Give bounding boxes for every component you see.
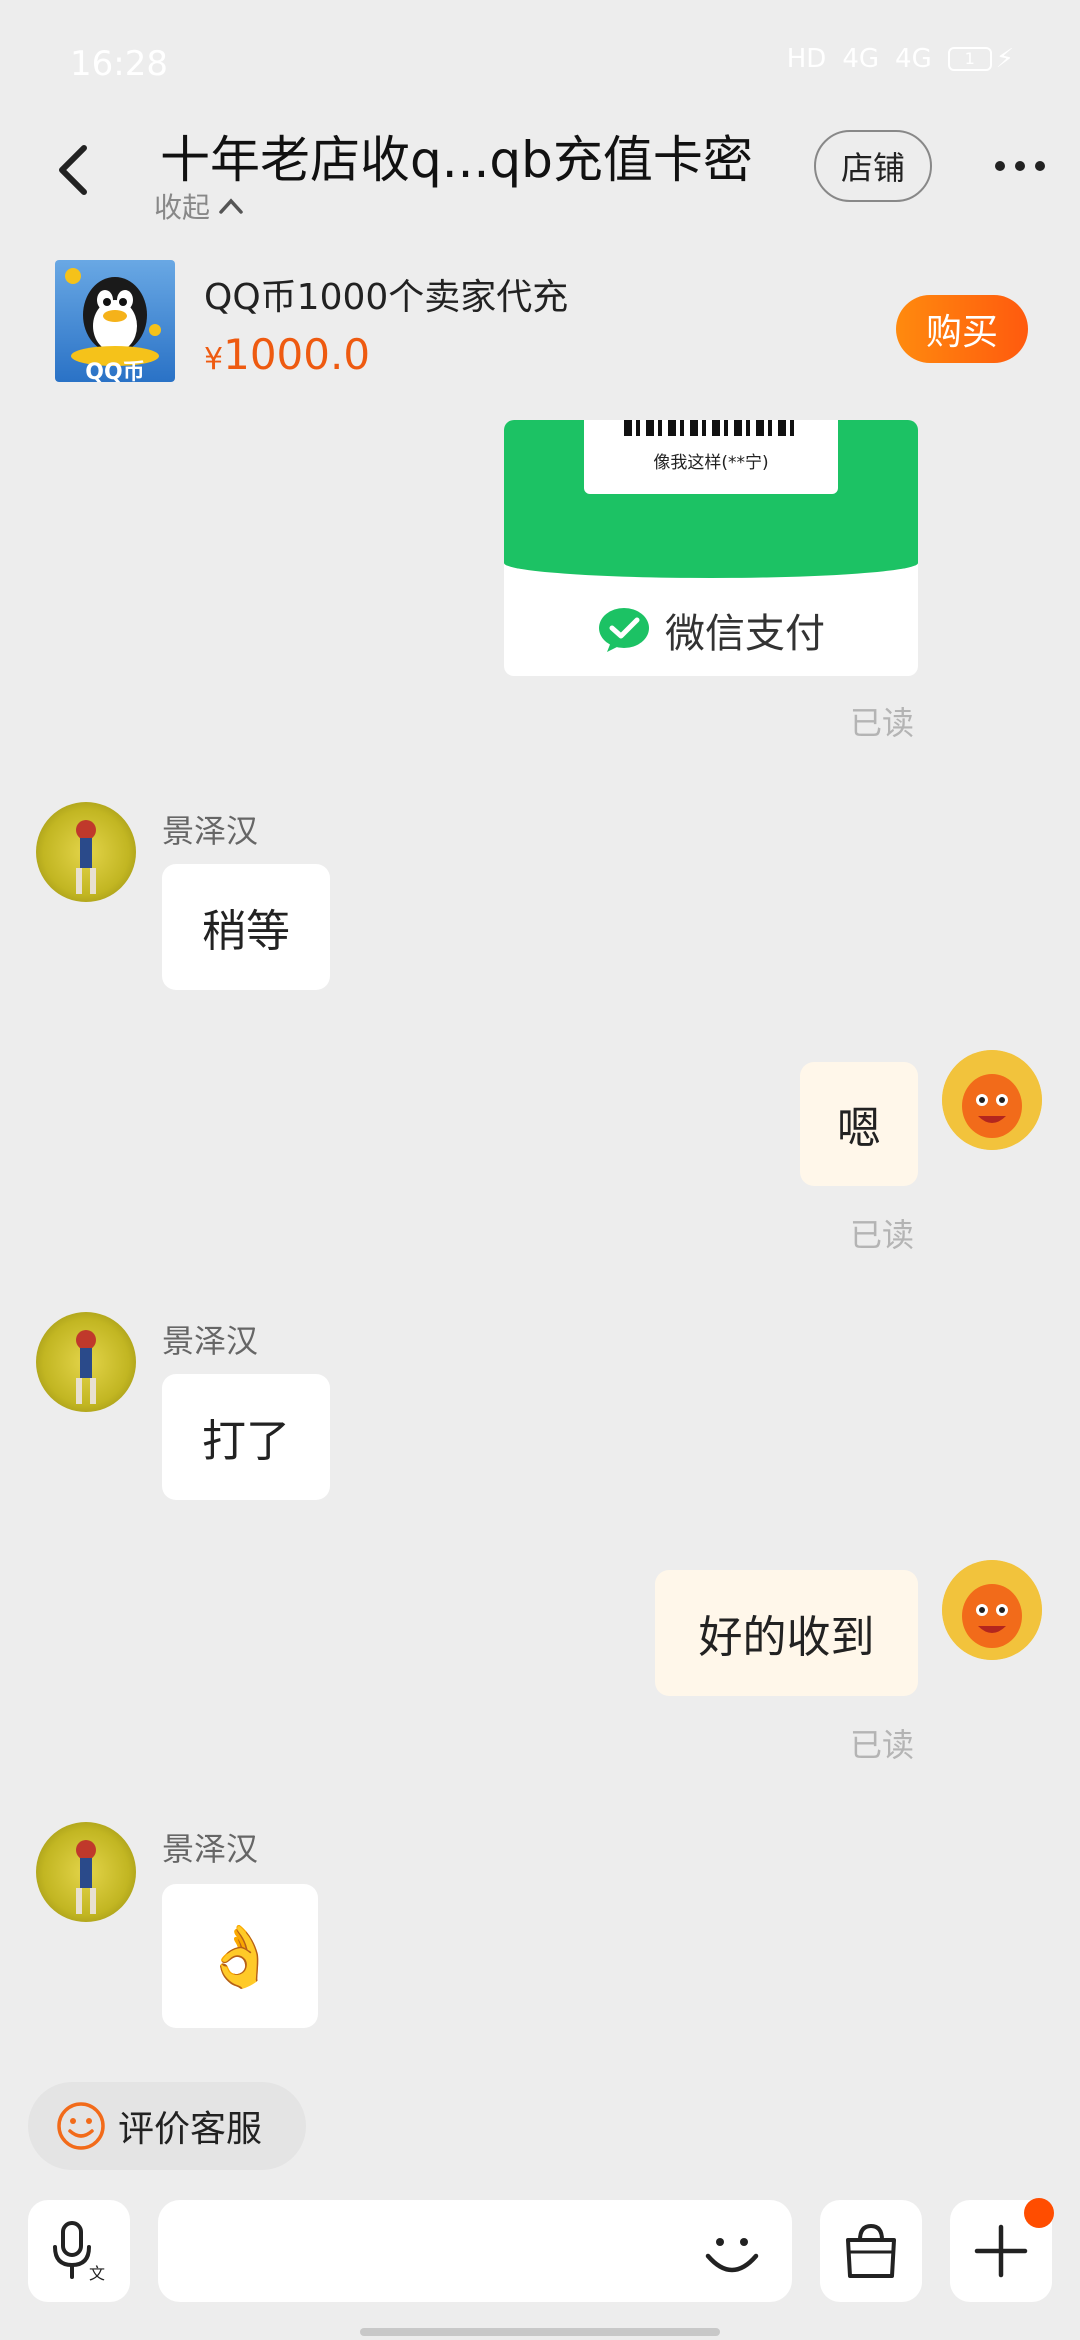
rate-service-label: 评价客服: [118, 2109, 263, 2150]
sender-name: 景泽汉: [162, 812, 259, 850]
message-bubble[interactable]: 好的收到: [655, 1570, 918, 1696]
emoji-message-bubble[interactable]: 👌: [162, 1884, 318, 2028]
chat-messages[interactable]: 像我这样(**宁) 微信支付 已读 景泽汉 稍等 嗯 已读 景泽汉 打了 好的收…: [0, 420, 1080, 2070]
rate-service-button[interactable]: 评价客服: [28, 2082, 306, 2170]
charging-icon: ⚡: [995, 44, 1014, 74]
payment-qr-card[interactable]: 像我这样(**宁) 微信支付: [504, 420, 918, 676]
smile-icon: [705, 2238, 759, 2273]
notification-dot: [1024, 2198, 1054, 2228]
product-price: ¥1000.0: [204, 330, 370, 379]
wechat-pay-text: 微信支付: [665, 611, 825, 657]
avatar[interactable]: [942, 1560, 1042, 1660]
chevron-up-icon: [219, 198, 243, 214]
signal-icon: 4G: [895, 44, 932, 74]
wechat-pay-label: 微信支付: [504, 600, 918, 660]
avatar[interactable]: [36, 1312, 136, 1412]
user-avatar-image: [942, 1050, 1042, 1150]
product-card[interactable]: QQ币 QQ币1000个卖家代充 ¥1000.0 购买: [0, 250, 1080, 410]
hd-indicator: HD: [786, 44, 827, 74]
thumb-label: QQ币: [85, 360, 145, 382]
seller-avatar-image: [76, 820, 96, 894]
svg-text:文: 文: [89, 2264, 105, 2283]
collapse-toggle[interactable]: 收起: [154, 186, 244, 226]
avatar[interactable]: [36, 1822, 136, 1922]
wechat-pay-icon: [599, 608, 649, 652]
avatar[interactable]: [36, 802, 136, 902]
store-button[interactable]: 店铺: [814, 130, 932, 202]
back-button[interactable]: [50, 140, 100, 200]
message-bubble[interactable]: 打了: [162, 1374, 330, 1500]
plus-icon: [974, 2224, 1028, 2278]
shopping-bag-button[interactable]: [820, 2200, 922, 2302]
voice-to-text-icon: 文: [53, 2221, 105, 2283]
sender-name: 景泽汉: [162, 1830, 259, 1868]
input-bar: 文: [0, 2190, 1080, 2340]
seller-avatar-image: [76, 1840, 96, 1914]
shopping-bag-icon: [846, 2223, 896, 2278]
collapse-label: 收起: [154, 191, 211, 224]
currency-symbol: ¥: [204, 342, 224, 377]
emoji-button[interactable]: [700, 2220, 764, 2284]
qr-code: [624, 420, 798, 436]
product-thumbnail: QQ币: [55, 260, 175, 382]
smile-icon: [57, 2102, 105, 2150]
battery-icon: 1 ⚡: [947, 44, 1014, 74]
message-bubble[interactable]: 嗯: [800, 1062, 918, 1186]
read-receipt: 已读: [850, 704, 915, 742]
sender-name: 景泽汉: [162, 1322, 259, 1360]
read-receipt: 已读: [850, 1216, 915, 1254]
chat-header: 十年老店收q...qb充值卡密 收起 店铺: [0, 110, 1080, 240]
message-input[interactable]: [158, 2200, 792, 2302]
qr-code-panel: 像我这样(**宁): [584, 420, 838, 494]
user-avatar-image: [942, 1560, 1042, 1660]
voice-input-button[interactable]: 文: [28, 2200, 130, 2302]
product-name: QQ币1000个卖家代充: [204, 277, 569, 318]
message-bubble[interactable]: 稍等: [162, 864, 330, 990]
chevron-left-icon: [59, 145, 87, 195]
home-indicator[interactable]: [360, 2328, 720, 2336]
buy-button[interactable]: 购买: [896, 295, 1028, 363]
seller-avatar-image: [76, 1330, 96, 1404]
read-receipt: 已读: [850, 1726, 915, 1764]
price-value: 1000.0: [223, 330, 371, 379]
status-time: 16:28: [70, 44, 168, 84]
qr-caption: 像我这样(**宁): [653, 453, 769, 473]
avatar[interactable]: [942, 1050, 1042, 1150]
status-icons: HD 4G 4G 1 ⚡: [787, 44, 1014, 74]
page-title: 十年老店收q...qb充值卡密: [160, 131, 753, 189]
more-dots-icon: [995, 161, 1045, 171]
qr-card-banner: 像我这样(**宁): [504, 420, 918, 578]
more-button[interactable]: [990, 148, 1050, 184]
signal-icon: 4G: [842, 44, 880, 74]
